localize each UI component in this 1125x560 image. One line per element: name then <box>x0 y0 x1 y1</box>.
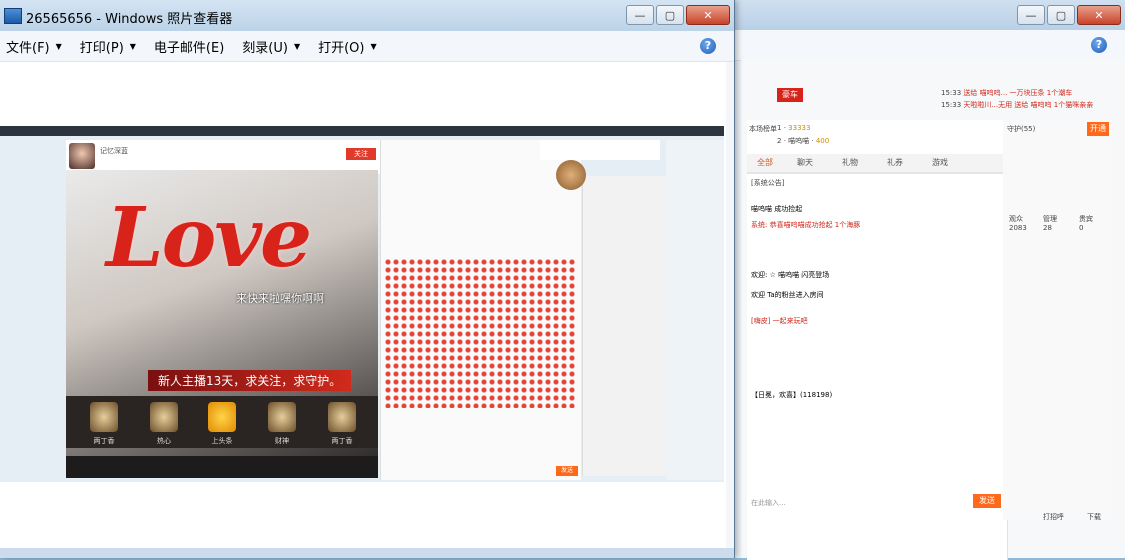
tab-games[interactable]: 游戏 <box>932 157 948 168</box>
chevron-down-icon: ▼ <box>293 41 301 51</box>
tab-all[interactable]: 全部 <box>757 157 773 168</box>
chevron-down-icon: ▼ <box>129 41 136 51</box>
stat-vip: 贵宾 0 <box>1079 215 1093 232</box>
photo-send-button: 发送 <box>556 466 578 476</box>
bg-minimize-button[interactable]: — <box>1017 5 1045 25</box>
bg-rank-1: 1 · 33333 <box>777 124 811 132</box>
tab-coupons[interactable]: 礼券 <box>887 157 903 168</box>
gift-icon <box>208 402 236 432</box>
chevron-down-icon: ▼ <box>55 41 62 51</box>
chat-line: 【日冕，欢喜】(118198) <box>751 391 833 399</box>
bg-notice-1: 15:33 送给 喵呜呜... 一万块压条 1个潮车 <box>941 89 1073 97</box>
stat-admins: 管理 28 <box>1043 215 1057 232</box>
gift-label: 两丁香 <box>331 437 353 445</box>
photo-seat-grid <box>384 258 576 408</box>
bg-chat-input[interactable]: 在此输入... <box>751 498 786 508</box>
footer-download[interactable]: 下载 <box>1087 512 1101 522</box>
bg-top-badge: 豪车 <box>777 88 803 102</box>
bg-titlebar[interactable]: — ▢ ✕ <box>721 0 1125 30</box>
menu-email[interactable]: 电子邮件(E) <box>154 37 224 56</box>
love-heart-text: Love <box>106 190 312 286</box>
bg-close-button[interactable]: ✕ <box>1077 5 1121 25</box>
photo-side-panel <box>666 140 724 480</box>
bg-rank-label: 本场榜单 <box>749 125 777 133</box>
close-button[interactable]: ✕ <box>686 5 730 25</box>
photo-streamer-header: 记忆深蓝 关注 <box>66 140 386 174</box>
background-window[interactable]: — ▢ ✕ ? 豪车 15:33 送给 喵呜呜... 一万块压条 1个潮车 15… <box>720 0 1125 560</box>
minimize-button[interactable]: — <box>626 5 654 25</box>
window-title: 26565656 - Windows 照片查看器 <box>26 12 233 27</box>
photo-viewer-app-icon <box>4 8 22 24</box>
bg-chat-tabs: 全部 聊天 礼物 礼券 游戏 <box>747 154 1007 174</box>
bg-send-button[interactable]: 发送 <box>973 494 1001 508</box>
bg-guard-panel: 守护(55) 开通 观众 2083 管理 28 贵宾 0 打招呼 下载 <box>1003 120 1113 522</box>
bg-content: 豪车 15:33 送给 喵呜呜... 一万块压条 1个潮车 15:33 天啦啦川… <box>741 60 1125 560</box>
help-icon[interactable]: ? <box>700 38 716 54</box>
guard-label: 守护(55) <box>1007 125 1036 133</box>
menu-print[interactable]: 打印(P) ▼ <box>80 37 136 56</box>
chat-line: 欢迎: ☆ 喵呜喵 闪亮登场 <box>751 271 830 279</box>
displayed-photo: 记忆深蓝 关注 Love 来快来啦嘿你啊啊 新人主播13天，求关注，求守护。 两… <box>0 126 724 482</box>
medal-icon <box>556 160 586 190</box>
gift-label: 财神 <box>275 437 289 445</box>
photo-input-bar <box>66 456 378 478</box>
photo-notice <box>540 140 660 160</box>
gift-label: 上头条 <box>211 437 233 445</box>
gift-bar: 两丁香 热心 上头条 财神 两丁香 <box>66 396 378 448</box>
bg-menubar: ? <box>721 30 1125 61</box>
gift-icon <box>90 402 118 432</box>
photo-user-list <box>582 176 669 476</box>
menubar: 文件(F) ▼ 打印(P) ▼ 电子邮件(E) 刻录(U) ▼ 打开(O) ▼ ? <box>0 31 734 62</box>
newbie-banner: 新人主播13天，求关注，求守护。 <box>148 370 352 391</box>
chevron-down-icon: ▼ <box>370 41 377 51</box>
bg-rank-2: 2 · 喵呜喵 · 400 <box>777 137 830 145</box>
bg-announcement: [系统公告] <box>751 179 785 187</box>
tab-gifts[interactable]: 礼物 <box>842 157 858 168</box>
chat-line: [嗨皮] 一起来玩吧 <box>751 317 808 325</box>
footer-greet[interactable]: 打招呼 <box>1043 512 1064 522</box>
avatar <box>69 143 95 169</box>
menu-open[interactable]: 打开(O) ▼ <box>318 37 377 56</box>
menu-burn[interactable]: 刻录(U) ▼ <box>242 37 300 56</box>
gift-icon <box>328 402 356 432</box>
maximize-button[interactable]: ▢ <box>656 5 684 25</box>
open-guard-button[interactable]: 开通 <box>1087 122 1109 136</box>
chat-line: 欢迎 Ta的粉丝进入房间 <box>751 291 824 299</box>
tab-chat[interactable]: 聊天 <box>797 157 813 168</box>
window-titlebar[interactable]: 26565656 - Windows 照片查看器 — ▢ ✕ <box>0 0 734 31</box>
video-caption: 来快来啦嘿你啊啊 <box>236 292 324 305</box>
gift-label: 两丁香 <box>93 437 115 445</box>
chat-line: 系统: 恭喜喵呜喵成功抢起 1个海豚 <box>751 221 861 229</box>
gift-icon <box>150 402 178 432</box>
stat-viewers: 观众 2083 <box>1009 215 1027 232</box>
gift-icon <box>268 402 296 432</box>
bg-help-icon[interactable]: ? <box>1091 37 1107 53</box>
bg-chat-panel: 本场榜单 1 · 33333 2 · 喵呜喵 · 400 全部 聊天 礼物 礼券… <box>747 120 1008 560</box>
menu-file[interactable]: 文件(F) ▼ <box>6 37 62 56</box>
viewer-bottom-toolbar <box>0 548 734 558</box>
follow-button: 关注 <box>346 148 376 160</box>
gift-label: 热心 <box>157 437 171 445</box>
photo-topbar <box>0 126 724 136</box>
streamer-name: 记忆深蓝 <box>100 147 128 155</box>
bg-notice-2: 15:33 天啦啦川...无用 送给 喵呜呜 1个猫咪亲亲 <box>941 101 1094 109</box>
chat-line: 喵呜喵 成功捡起 <box>751 205 803 213</box>
photo-viewer-window[interactable]: 26565656 - Windows 照片查看器 — ▢ ✕ 文件(F) ▼ 打印… <box>0 0 735 558</box>
bg-maximize-button[interactable]: ▢ <box>1047 5 1075 25</box>
image-viewport: 记忆深蓝 关注 Love 来快来啦嘿你啊啊 新人主播13天，求关注，求守护。 两… <box>0 62 726 548</box>
